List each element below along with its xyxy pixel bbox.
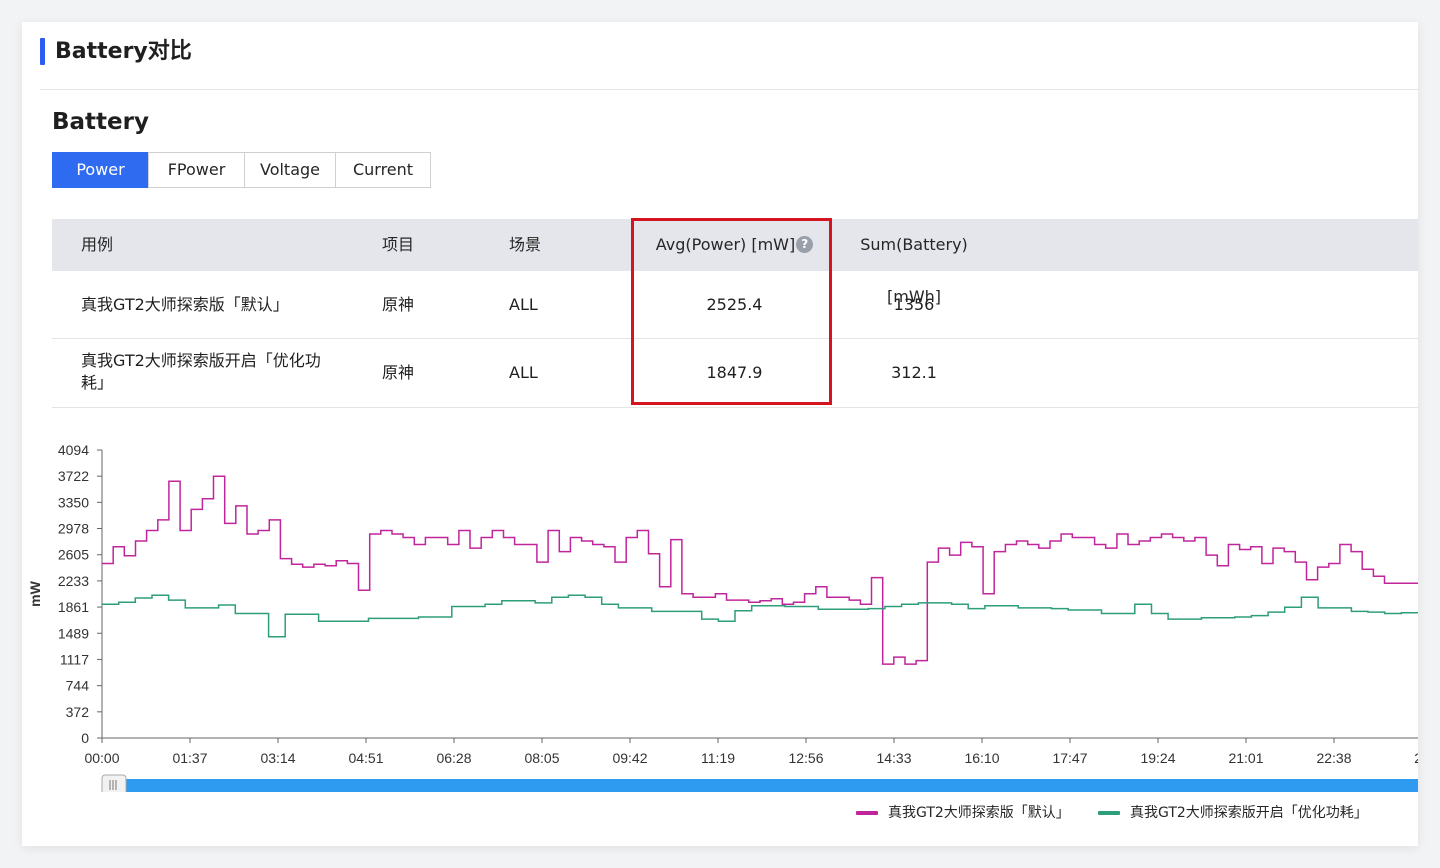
battery-title: Battery <box>52 109 149 135</box>
row-scene: ALL <box>509 295 538 314</box>
y-axis-label: mW <box>27 580 43 606</box>
slider-track[interactable] <box>112 779 1418 792</box>
header-avg-power[interactable]: Avg(Power) [mW]? <box>632 219 837 271</box>
x-tick-label: 21:01 <box>1228 750 1263 766</box>
slider-handle-left[interactable] <box>101 774 127 792</box>
battery-table: 用例 项目 场景 Avg(Power) [mW]? Sum(Battery)[m… <box>52 219 1418 408</box>
x-tick-label: 09:42 <box>612 750 647 766</box>
y-tick-label: 4094 <box>58 442 89 458</box>
row-avg-power: 1847.9 <box>706 363 763 382</box>
y-tick-label: 1861 <box>58 599 89 615</box>
header-sum-battery[interactable]: Sum(Battery)[mWh] <box>839 219 989 306</box>
header-case[interactable]: 用例 <box>81 219 341 271</box>
x-axis-ticks: 00:00 01:37 03:14 04:51 06:28 08:05 09:42 11:19… <box>84 738 1418 766</box>
header-project[interactable]: 项目 <box>382 219 414 271</box>
section-header: Battery对比 <box>22 22 1418 90</box>
row-scene: ALL <box>509 363 538 382</box>
chart-series <box>102 475 1418 665</box>
tab-voltage[interactable]: Voltage <box>244 152 336 188</box>
battery-comparison-card: Battery对比 Battery Power FPower Voltage C… <box>22 22 1418 846</box>
x-tick-label: 08:05 <box>524 750 559 766</box>
row-case: 真我GT2大师探索版「默认」 <box>81 295 289 314</box>
legend-label-default: 真我GT2大师探索版「默认」 <box>888 805 1070 821</box>
header-scene[interactable]: 场景 <box>509 219 541 271</box>
tab-fpower[interactable]: FPower <box>148 152 245 188</box>
row-case: 真我GT2大师探索版开启「优化功耗」 <box>81 351 321 392</box>
y-tick-label: 2978 <box>58 521 89 537</box>
x-tick-label: 04:51 <box>348 750 383 766</box>
table-header-row: 用例 项目 场景 Avg(Power) [mW]? Sum(Battery)[m… <box>52 219 1418 306</box>
legend-label-optimized: 真我GT2大师探索版开启「优化功耗」 <box>1130 805 1368 821</box>
row-sum-battery: 1356 <box>893 295 935 314</box>
x-tick-label: 06:28 <box>436 750 471 766</box>
x-tick-label: 12:56 <box>788 750 823 766</box>
row-project: 原神 <box>382 363 415 382</box>
x-tick-label: 24 <box>1414 750 1418 766</box>
row-avg-power: 2525.4 <box>706 295 763 314</box>
x-tick-label: 16:10 <box>964 750 999 766</box>
x-tick-label: 11:19 <box>701 750 735 766</box>
y-tick-label: 3350 <box>58 494 89 510</box>
y-tick-label: 0 <box>81 730 89 746</box>
metric-tabs: Power FPower Voltage Current <box>52 152 431 188</box>
row-project: 原神 <box>382 295 415 314</box>
legend-swatch-default <box>856 811 878 815</box>
y-tick-label: 1117 <box>60 651 89 667</box>
x-tick-label: 22:38 <box>1316 750 1351 766</box>
header-avg-power-label: Avg(Power) [mW] <box>655 235 796 254</box>
series-line-default <box>102 475 1418 665</box>
y-tick-label: 3722 <box>58 468 89 484</box>
tab-power[interactable]: Power <box>52 152 149 188</box>
section-accent-bar <box>40 38 45 65</box>
time-range-slider[interactable] <box>101 774 1418 792</box>
section-divider <box>40 89 1418 90</box>
y-tick-label: 2605 <box>58 547 89 563</box>
y-tick-label: 1489 <box>58 625 89 641</box>
x-tick-label: 17:47 <box>1052 750 1087 766</box>
legend-swatch-optimized <box>1098 811 1120 815</box>
x-tick-label: 19:24 <box>1140 750 1175 766</box>
tab-current[interactable]: Current <box>335 152 431 188</box>
x-tick-label: 14:33 <box>876 750 911 766</box>
y-tick-label: 372 <box>66 704 90 720</box>
y-axis-ticks: 0 372 744 1117 1489 1861 2233 2605 2978 3350 3722 4… <box>58 442 102 746</box>
section-title: Battery对比 <box>55 39 192 64</box>
legend-item-optimized[interactable]: 真我GT2大师探索版开启「优化功耗」 <box>1098 802 1368 822</box>
y-tick-label: 2233 <box>58 573 89 589</box>
x-tick-label: 03:14 <box>260 750 295 766</box>
x-tick-label: 00:00 <box>84 750 119 766</box>
table-row: 真我GT2大师探索版开启「优化功耗」 原神 ALL 1847.9 312.1 <box>52 339 1418 408</box>
row-sum-battery: 312.1 <box>891 363 937 382</box>
x-tick-label: 01:37 <box>172 750 207 766</box>
question-circle-icon[interactable]: ? <box>796 236 814 253</box>
legend-item-default[interactable]: 真我GT2大师探索版「默认」 <box>856 802 1070 822</box>
y-tick-label: 744 <box>66 678 90 694</box>
table-row: 真我GT2大师探索版「默认」 原神 ALL 2525.4 1356 <box>52 271 1418 339</box>
power-line-chart: 0 372 744 1117 1489 1861 2233 2605 2978 3350 3722 4… <box>27 442 1418 792</box>
